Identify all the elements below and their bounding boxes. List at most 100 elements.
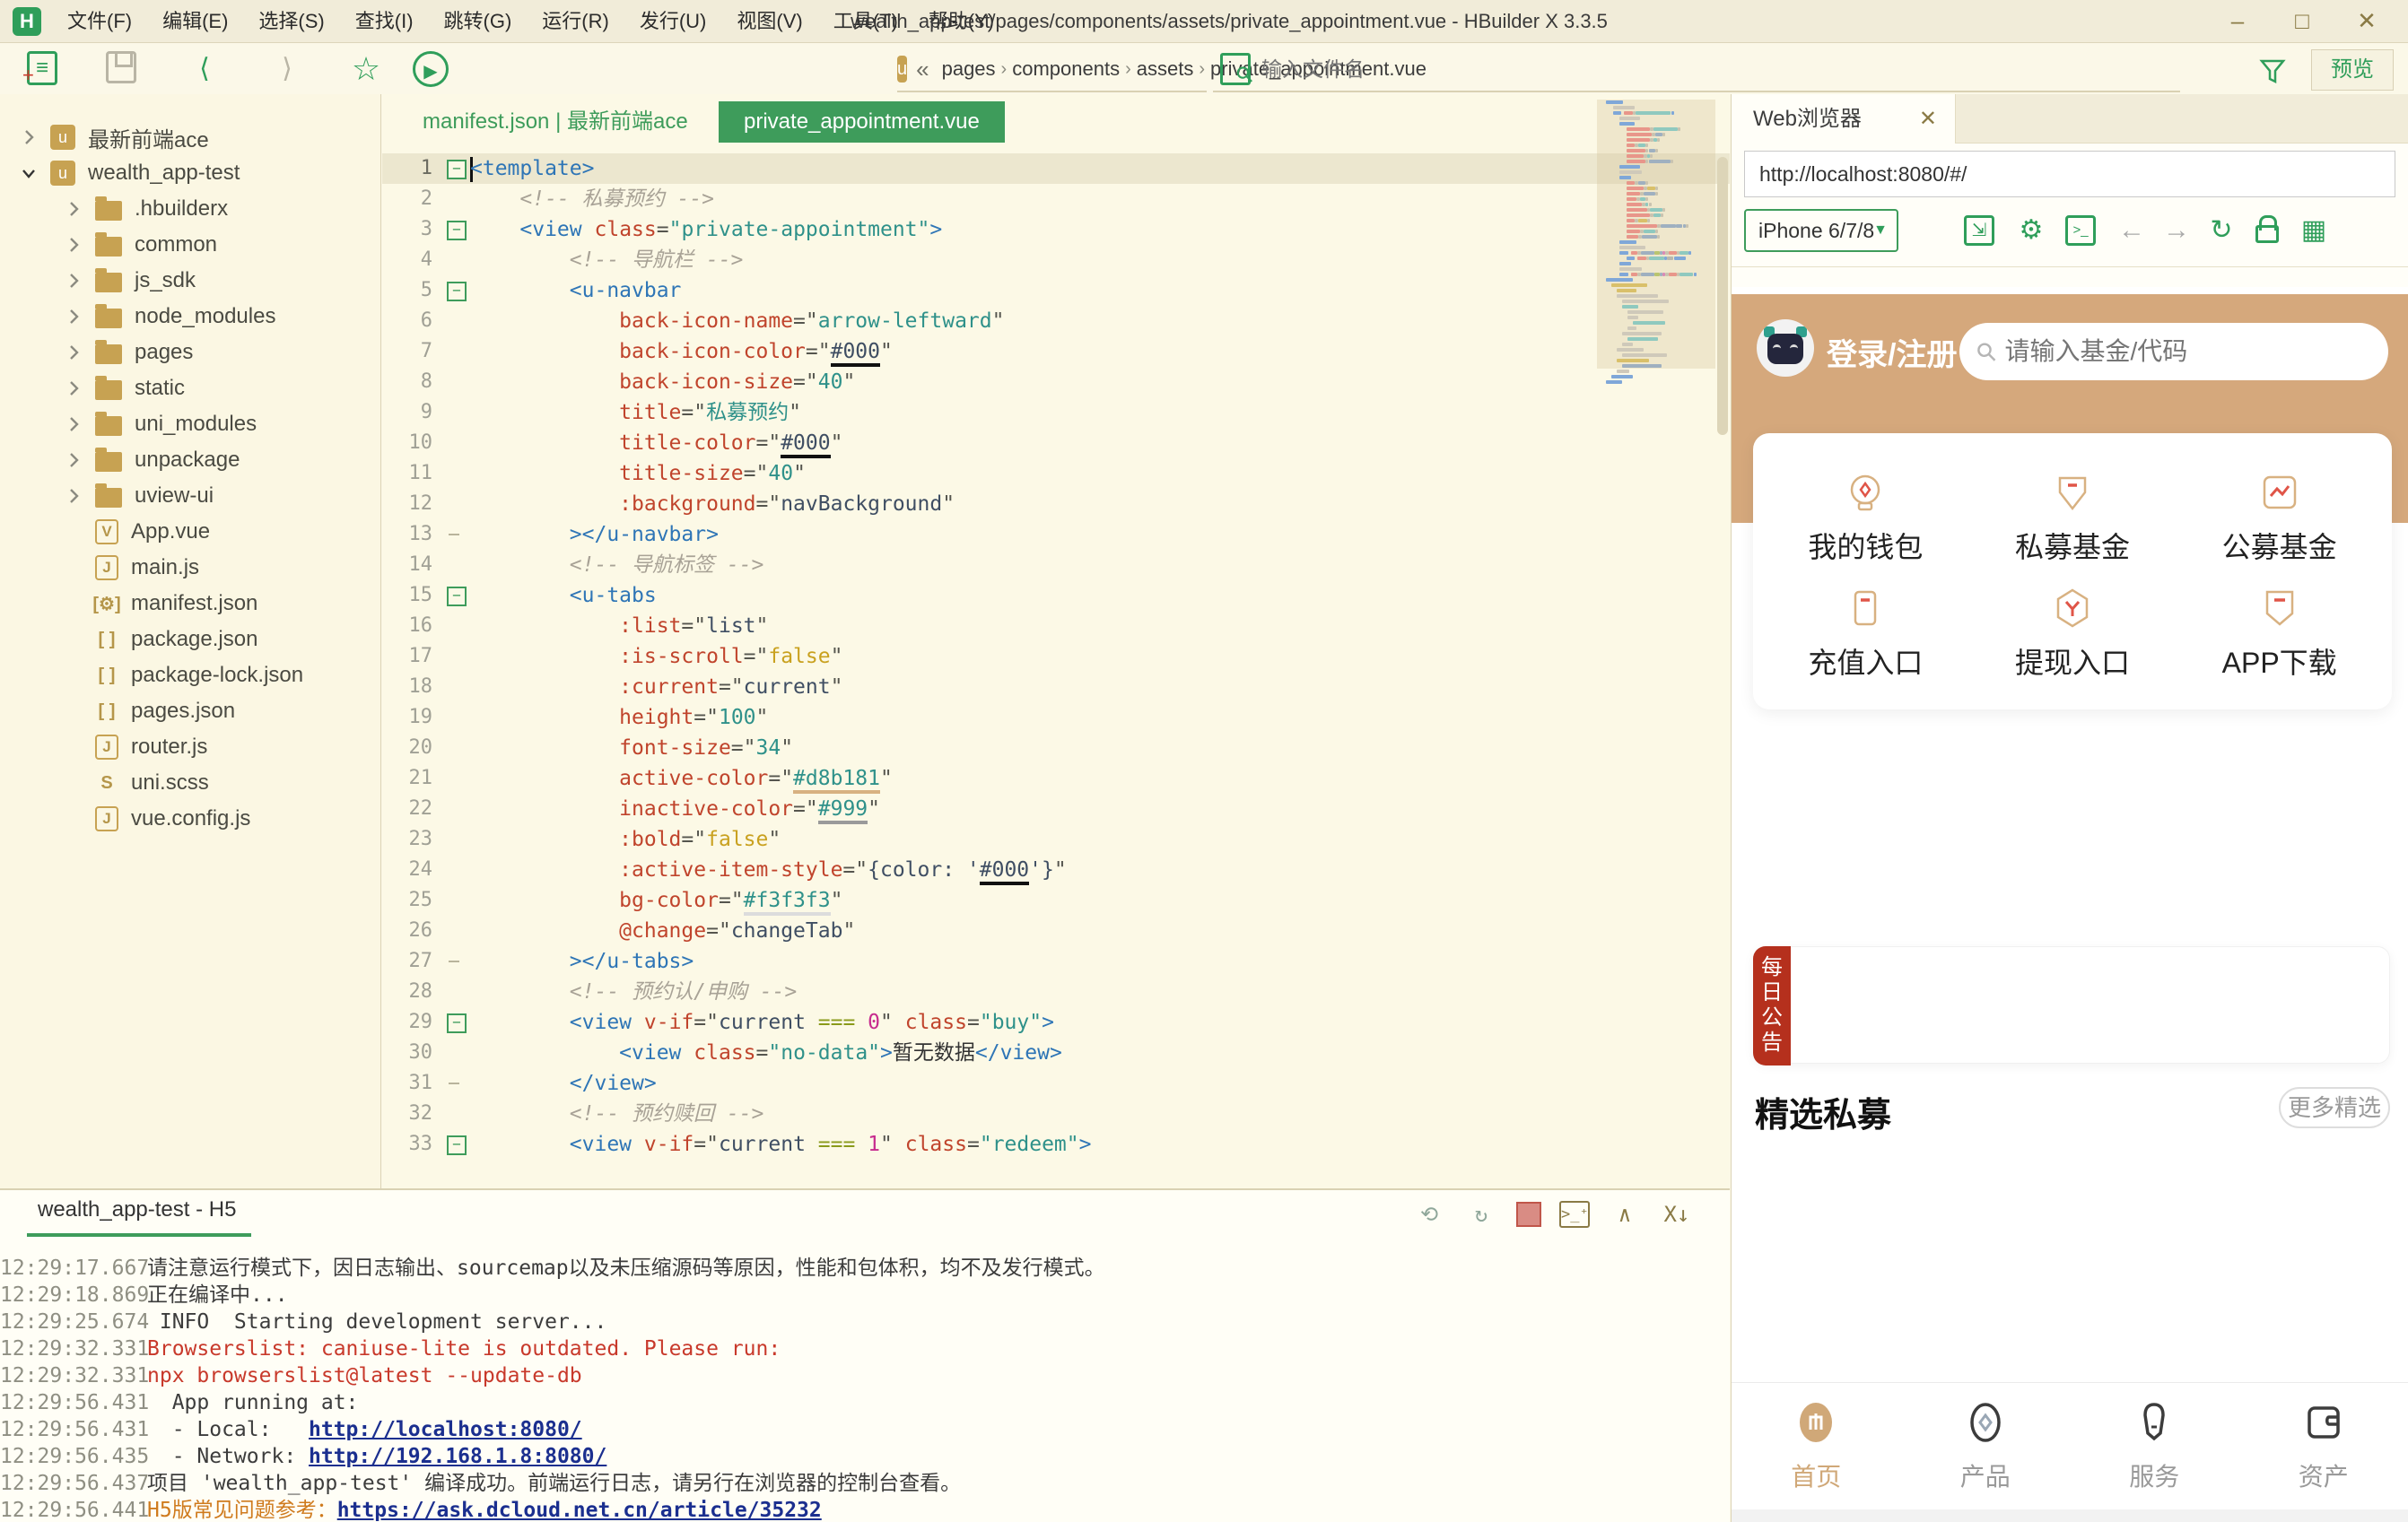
open-external-icon[interactable]: ⇲ [1964,215,1994,246]
tree-item[interactable]: common [0,227,380,263]
devtools-console-icon[interactable]: >_ [2065,215,2096,246]
chevron-right-icon[interactable] [63,485,84,507]
browser-forward-icon[interactable]: → [2159,213,2194,248]
chevron-down-icon[interactable] [18,162,39,184]
code-line[interactable]: 18 :current="current" [382,672,1730,702]
file-search-input[interactable] [1261,57,2180,82]
tab-asset[interactable]: 资产 [2239,1383,2408,1509]
quick-entry-shield-drop[interactable]: 私募基金 [1969,460,2177,576]
menu-item-3[interactable]: 查找(I) [340,0,429,43]
console-link[interactable]: https://ask.dcloud.net.cn/article/35232 [337,1497,822,1522]
fold-marker-icon[interactable] [445,214,470,245]
filter-funnel-icon[interactable] [2256,55,2289,87]
new-terminal-icon[interactable]: >_⁺ [1559,1201,1590,1228]
run-icon[interactable]: ▶ [413,51,449,87]
tab-home[interactable]: 首页 [1732,1383,1901,1509]
code-line[interactable]: 20 font-size="34" [382,733,1730,763]
avatar[interactable] [1757,319,1814,377]
code-line[interactable]: 5 <u-navbar [382,275,1730,306]
console-tab[interactable]: wealth_app-test - H5 [38,1197,236,1230]
chevron-right-icon[interactable] [63,198,84,220]
code-line[interactable]: 6 back-icon-name="arrow-leftward" [382,306,1730,336]
code-line[interactable]: 14 <!-- 导航标签 --> [382,550,1730,580]
code-line[interactable]: 24 :active-item-style="{color: '#000'}" [382,855,1730,885]
stop-icon[interactable] [1516,1202,1541,1227]
code-line[interactable]: 19 height="100" [382,702,1730,733]
code-line[interactable]: 4 <!-- 导航栏 --> [382,245,1730,275]
code-line[interactable]: 8 back-icon-size="40" [382,367,1730,397]
browser-back-icon[interactable]: ← [2114,213,2150,248]
code-editor[interactable]: manifest.json | 最新前端ace private_appointm… [382,94,1730,1188]
breadcrumb-collapse-icon[interactable]: « [916,56,929,83]
code-line[interactable]: 13 ></u-navbar> [382,519,1730,550]
tree-item[interactable]: node_modules [0,299,380,335]
login-register-link[interactable]: 登录/注册 [1827,330,1957,374]
tree-item[interactable]: unpackage [0,442,380,478]
menu-item-2[interactable]: 选择(S) [243,0,339,43]
fold-marker-icon[interactable] [445,153,470,184]
code-line[interactable]: 12 :background="navBackground" [382,489,1730,519]
more-featured-button[interactable]: 更多精选 [2279,1087,2390,1128]
chevron-right-icon[interactable] [63,234,84,256]
breadcrumb-segment[interactable]: assets [1131,57,1200,81]
code-line[interactable]: 29 <view v-if="current === 0" class="buy… [382,1007,1730,1038]
save-icon[interactable] [106,51,136,83]
breadcrumb-segment[interactable]: pages [937,57,1001,81]
preview-button[interactable]: 预览 [2311,49,2394,91]
tree-item[interactable]: pages [0,335,380,370]
code-line[interactable]: 28 <!-- 预约认/申购 --> [382,977,1730,1007]
new-file-icon[interactable]: ≡ + [22,51,57,86]
menu-item-4[interactable]: 跳转(G) [429,0,528,43]
tree-item[interactable]: [⚙] manifest.json [0,586,380,622]
restart-icon[interactable]: ↻ [1464,1199,1498,1230]
url-input[interactable] [1745,152,2395,196]
chevron-right-icon[interactable] [63,449,84,471]
code-line[interactable]: 16 :list="list" [382,611,1730,641]
tree-item[interactable]: Jmain.js [0,550,380,586]
menu-item-5[interactable]: 运行(R) [527,0,624,43]
daily-notice-card[interactable]: 每日公告 [1753,946,2390,1065]
tree-item[interactable]: u wealth_app-test [0,155,380,191]
tree-item[interactable]: V App.vue [0,514,380,550]
menu-item-6[interactable]: 发行(U) [624,0,722,43]
code-line[interactable]: 2 <!-- 私募预约 --> [382,184,1730,214]
editor-scrollbar[interactable] [1717,157,1728,435]
clear-log-icon[interactable]: X↓ [1660,1199,1694,1230]
browser-tab[interactable]: Web浏览器 ✕ [1732,94,1956,144]
tab-product[interactable]: 产品 [1901,1383,2071,1509]
editor-tab-manifest[interactable]: manifest.json | 最新前端ace [423,94,688,150]
settings-gear-icon[interactable]: ⚙ [2013,213,2049,248]
code-line[interactable]: 23 :bold="false" [382,824,1730,855]
device-selector[interactable]: iPhone 6/7/8 ▼ [1744,209,1898,252]
navigate-forward-icon[interactable]: ⟩ [269,51,305,87]
code-line[interactable]: 26 @change="changeTab" [382,916,1730,946]
fold-marker-icon[interactable] [445,275,470,306]
code-line[interactable]: 21 active-color="#d8b181" [382,763,1730,794]
tree-item[interactable]: [ ] pages.json [0,693,380,729]
code-line[interactable]: 30 <view class="no-data">暂无数据</view> [382,1038,1730,1068]
code-line[interactable]: 15 <u-tabs [382,580,1730,611]
menu-item-1[interactable]: 编辑(E) [147,0,243,43]
chevron-right-icon[interactable] [63,306,84,327]
navigate-back-icon[interactable]: ⟨ [187,51,222,87]
chevron-right-icon[interactable] [63,270,84,291]
tree-item[interactable]: js_sdk [0,263,380,299]
tree-item[interactable]: .hbuilderx [0,191,380,227]
code-line[interactable]: 1<template> [382,153,1730,184]
fund-search-bar[interactable]: ⚲ [1959,323,2388,380]
tree-item[interactable]: uni_modules [0,406,380,442]
code-line[interactable]: 10 title-color="#000" [382,428,1730,458]
chevron-right-icon[interactable] [63,342,84,363]
minimize-button[interactable]: – [2205,0,2270,43]
refresh-icon[interactable]: ↻ [2203,213,2239,248]
chevron-right-icon[interactable] [18,126,39,148]
tree-item[interactable]: static [0,370,380,406]
quick-entry-card[interactable]: 充值入口 [1762,576,1969,691]
close-button[interactable]: ✕ [2334,0,2399,43]
code-line[interactable]: 33 <view v-if="current === 1" class="red… [382,1129,1730,1160]
code-line[interactable]: 17 :is-scroll="false" [382,641,1730,672]
code-line[interactable]: 7 back-icon-color="#000" [382,336,1730,367]
collapse-panel-icon[interactable]: ∧ [1608,1199,1642,1230]
breadcrumb-segment[interactable]: components [1007,57,1125,81]
code-area[interactable]: 1<template>2 <!-- 私募预约 -->3 <view class=… [382,153,1730,1188]
